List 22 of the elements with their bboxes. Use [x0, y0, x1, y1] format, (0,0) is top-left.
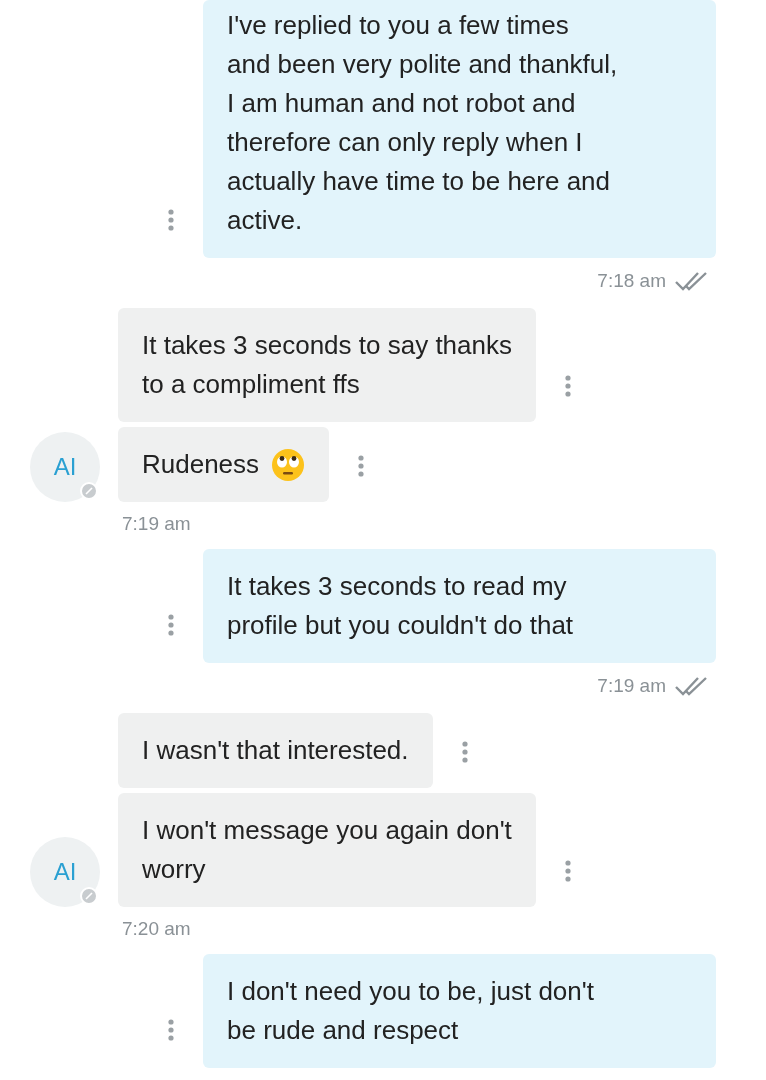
- more-options-icon[interactable]: [564, 374, 572, 398]
- more-options-icon[interactable]: [167, 613, 175, 637]
- message-text: It takes 3 seconds to read my profile but you couldn't do that: [227, 571, 574, 640]
- message-time: 7:20 am: [122, 916, 191, 941]
- more-options-icon[interactable]: [167, 1018, 175, 1042]
- status-icon: [80, 482, 98, 500]
- more-options-icon[interactable]: [563, 859, 572, 883]
- message-time: 7:19 am: [122, 511, 191, 536]
- avatar[interactable]: AI: [30, 432, 100, 502]
- status-icon: [80, 887, 98, 905]
- message-text: I won't message you again don't worry: [142, 814, 512, 886]
- avatar[interactable]: AI: [30, 837, 100, 907]
- message-time: 7:19 am: [597, 673, 666, 698]
- more-options-icon[interactable]: [460, 740, 469, 764]
- message-time: 7:18 am: [597, 268, 666, 293]
- more-options-icon[interactable]: [357, 454, 366, 478]
- message-text: I wasn't that interested.: [142, 734, 409, 767]
- more-options-icon[interactable]: [167, 208, 175, 232]
- message-text: It takes 3 seconds to say thanks to a compliment ffs: [142, 329, 512, 401]
- message-text: I don't need you to be, just don't be rude and respect: [227, 976, 594, 1045]
- message-text: Rudeness: [142, 448, 260, 481]
- message-text: I've replied to you a few times and been very polite and thankful, I am human and not robot and therefore can only reply when I actually have time to be here and active.: [227, 10, 618, 235]
